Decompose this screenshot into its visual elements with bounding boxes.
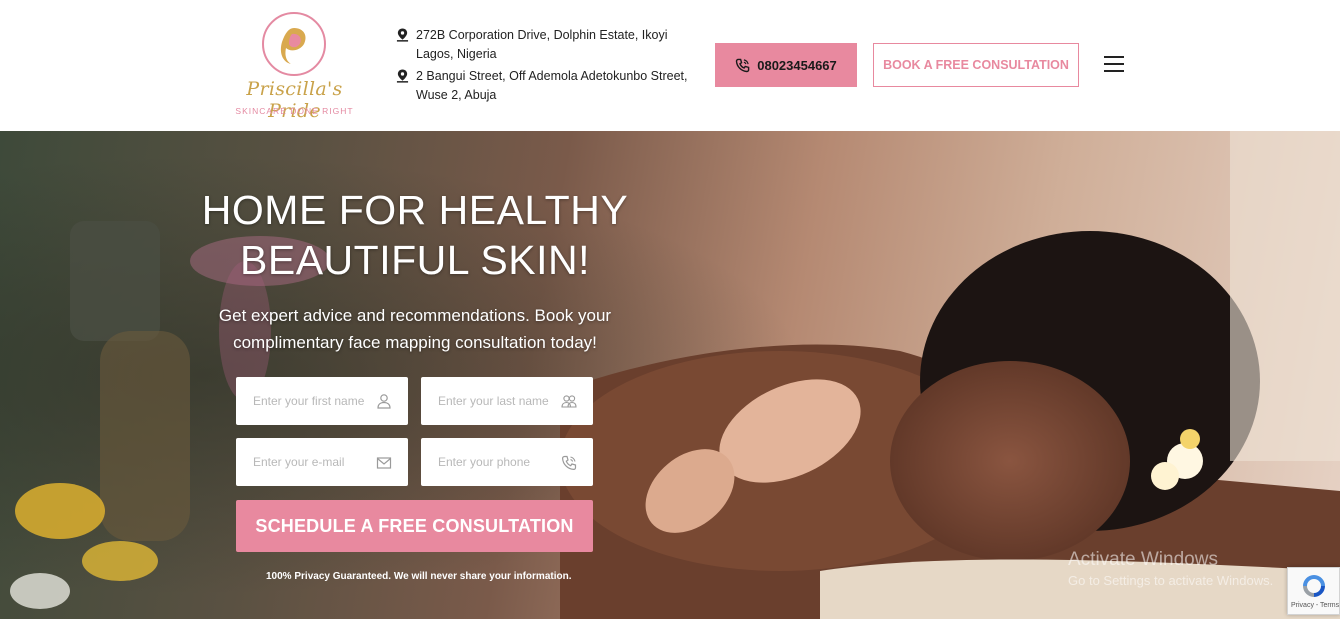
hero-section: HOME FOR HEALTHY BEAUTIFUL SKIN! Get exp… — [0, 131, 1340, 619]
privacy-note: 100% Privacy Guaranteed. We will never s… — [266, 571, 572, 582]
book-consultation-button[interactable]: BOOK A FREE CONSULTATION — [873, 43, 1079, 87]
phone-number: 08023454667 — [757, 57, 837, 73]
envelope-icon — [376, 457, 392, 469]
hero-title-line: BEAUTIFUL SKIN! — [240, 237, 590, 283]
hero-subtitle-line: complimentary face mapping consultation … — [233, 333, 597, 352]
hero-title: HOME FOR HEALTHY BEAUTIFUL SKIN! — [190, 185, 640, 285]
users-icon — [561, 395, 577, 408]
address-abuja: 2 Bangui Street, Off Ademola Adetokunbo … — [396, 67, 696, 105]
location-pin-icon — [396, 28, 409, 42]
phone-icon — [736, 58, 750, 72]
hamburger-menu-icon[interactable] — [1104, 56, 1126, 74]
activate-title: Activate Windows — [1068, 549, 1218, 570]
activate-subtitle: Go to Settings to activate Windows. — [1068, 573, 1274, 588]
recaptcha-icon — [1303, 575, 1325, 597]
hero-subtitle: Get expert advice and recommendations. B… — [190, 302, 640, 356]
user-icon — [377, 394, 391, 409]
address-text: 272B Corporation Drive, Dolphin Estate, … — [416, 28, 668, 61]
call-button[interactable]: 08023454667 — [715, 43, 857, 87]
schedule-consultation-button[interactable]: SCHEDULE A FREE CONSULTATION — [236, 500, 593, 552]
address-lagos: 272B Corporation Drive, Dolphin Estate, … — [396, 26, 696, 64]
hero-title-line: HOME FOR HEALTHY — [201, 187, 629, 233]
recaptcha-links: Privacy - Terms — [1291, 602, 1340, 609]
logo[interactable]: Priscilla's Pride SKINCARE DONE RIGHT — [222, 12, 367, 122]
recaptcha-badge[interactable]: Privacy - Terms — [1287, 567, 1340, 615]
logo-tagline: SKINCARE DONE RIGHT — [235, 106, 354, 116]
site-header: Priscilla's Pride SKINCARE DONE RIGHT 27… — [0, 0, 1340, 131]
activate-windows-watermark: Activate Windows Go to Settings to activ… — [1068, 549, 1273, 588]
address-list: 272B Corporation Drive, Dolphin Estate, … — [396, 26, 696, 108]
address-text: 2 Bangui Street, Off Ademola Adetokunbo … — [416, 69, 688, 102]
location-pin-icon — [396, 69, 409, 83]
hero-subtitle-line: Get expert advice and recommendations. B… — [218, 306, 612, 325]
phone-icon — [561, 455, 577, 471]
logo-emblem-icon — [262, 12, 326, 76]
